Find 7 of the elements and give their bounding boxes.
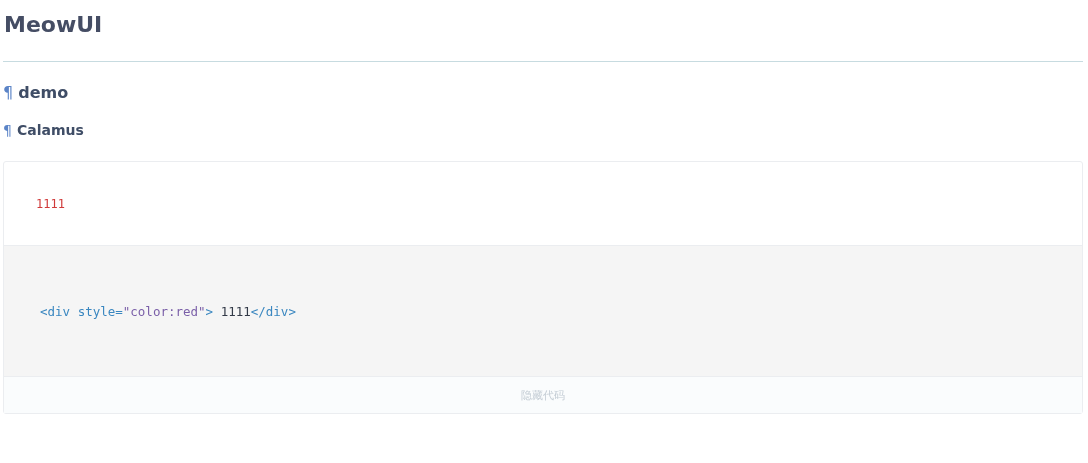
section-heading: Calamus — [16, 122, 84, 138]
anchor-link[interactable]: ¶ — [3, 122, 12, 138]
preview-text: 1111 — [36, 196, 65, 211]
code-line: <div style="color:red"> 1111</div> — [40, 303, 296, 319]
anchor-link[interactable]: ¶ — [3, 83, 14, 102]
site-title: MeowUI — [3, 11, 104, 39]
section-heading: demo — [18, 83, 69, 102]
